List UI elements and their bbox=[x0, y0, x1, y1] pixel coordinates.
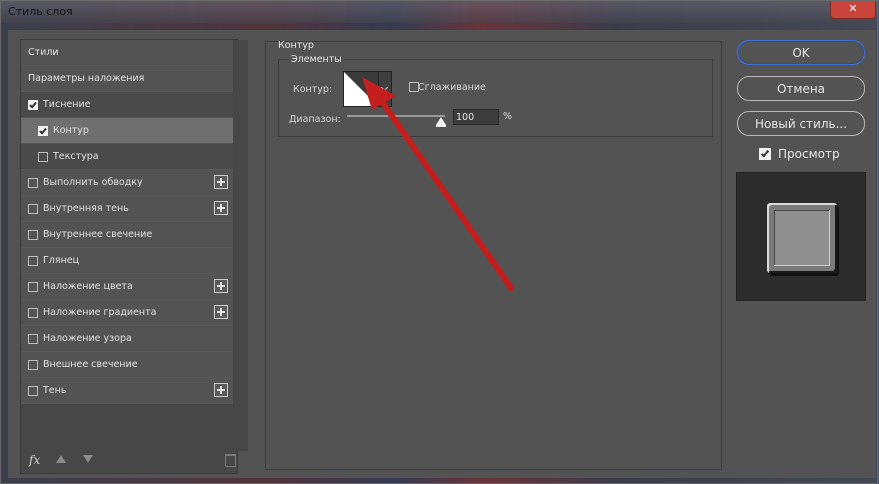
preview-inner-face bbox=[774, 210, 830, 266]
range-slider-thumb-base bbox=[436, 124, 446, 127]
style-item[interactable]: Глянец bbox=[21, 248, 233, 274]
style-item-checkbox[interactable] bbox=[28, 334, 38, 344]
style-item-checkbox[interactable] bbox=[38, 152, 48, 162]
style-item-label: Внутреннее свечение bbox=[43, 229, 153, 240]
style-item-checkbox[interactable] bbox=[28, 386, 38, 396]
style-item-label: Тиснение bbox=[43, 99, 91, 110]
style-item[interactable]: Наложение градиента bbox=[21, 300, 233, 326]
style-item[interactable]: Тиснение bbox=[21, 92, 233, 118]
preview-label: Просмотр bbox=[778, 147, 840, 161]
style-item-checkbox[interactable] bbox=[28, 308, 38, 318]
styles-list-footer: fx bbox=[29, 452, 239, 470]
style-item-label: Текстура bbox=[53, 151, 99, 162]
contour-curve-icon bbox=[344, 72, 378, 106]
style-item-label: Тень bbox=[43, 385, 67, 396]
elements-subgroup: Элементы Контур: Сглаживание Диапазон: % bbox=[278, 54, 713, 137]
styles-list-scrollbar[interactable] bbox=[234, 40, 248, 451]
title-bar[interactable]: Стиль слоя ✕ bbox=[1, 1, 877, 23]
style-item-checkbox[interactable] bbox=[28, 100, 38, 110]
smoothing-checkbox[interactable]: Сглаживание bbox=[402, 81, 486, 93]
move-up-icon[interactable] bbox=[56, 455, 66, 463]
range-unit: % bbox=[503, 111, 513, 122]
group-title: Контур bbox=[278, 40, 314, 51]
move-down-icon[interactable] bbox=[83, 455, 93, 463]
range-label: Диапазон: bbox=[289, 114, 341, 125]
preview-bevel-square bbox=[767, 203, 837, 273]
add-style-plus-icon[interactable] bbox=[214, 175, 228, 189]
new-style-button[interactable]: Новый стиль... bbox=[737, 111, 865, 136]
range-slider-track[interactable] bbox=[347, 115, 445, 117]
add-style-plus-icon[interactable] bbox=[214, 305, 228, 319]
preview-checkbox-box[interactable] bbox=[759, 148, 771, 160]
style-item-label: Наложение градиента bbox=[43, 307, 157, 318]
contour-label: Контур: bbox=[293, 84, 333, 95]
contour-settings-group: Контур Элементы Контур: Сглаживание Диап… bbox=[265, 40, 722, 470]
range-value-input[interactable] bbox=[453, 109, 499, 125]
close-icon: ✕ bbox=[848, 2, 858, 15]
add-style-plus-icon[interactable] bbox=[214, 279, 228, 293]
style-item[interactable]: Контур bbox=[21, 118, 233, 144]
style-item-checkbox[interactable] bbox=[38, 126, 48, 136]
ok-button[interactable]: OK bbox=[737, 40, 865, 65]
style-item-label: Параметры наложения bbox=[28, 73, 145, 84]
style-item-checkbox[interactable] bbox=[28, 178, 38, 188]
dialog-body: Стили Параметры наложения Тиснение Контур Те… bbox=[8, 30, 876, 478]
styles-list-panel: Стили Параметры наложения Тиснение Контур Те… bbox=[20, 39, 248, 474]
style-item-label: Внутренняя тень bbox=[43, 203, 129, 214]
style-item-label: Глянец bbox=[43, 255, 80, 266]
style-item-label: Наложение узора bbox=[43, 333, 132, 344]
subgroup-title: Элементы bbox=[289, 54, 344, 65]
style-item-checkbox[interactable] bbox=[28, 230, 38, 240]
style-item[interactable]: Наложение цвета bbox=[21, 274, 233, 300]
style-item[interactable]: Тень bbox=[21, 378, 233, 404]
add-style-plus-icon[interactable] bbox=[214, 383, 228, 397]
style-item-label: Контур bbox=[53, 125, 89, 136]
style-item-checkbox[interactable] bbox=[28, 204, 38, 214]
layer-style-dialog: Стиль слоя ✕ Стили Параметры наложения Тис… bbox=[0, 0, 878, 484]
style-item[interactable]: Внешнее свечение bbox=[21, 352, 233, 378]
style-item-checkbox[interactable] bbox=[28, 360, 38, 370]
window-title: Стиль слоя bbox=[8, 5, 73, 18]
close-button[interactable]: ✕ bbox=[830, 1, 876, 19]
style-item[interactable]: Стили bbox=[21, 40, 233, 66]
preview-checkbox[interactable]: Просмотр bbox=[759, 147, 840, 161]
cancel-button[interactable]: Отмена bbox=[737, 76, 865, 101]
smoothing-label: Сглаживание bbox=[418, 82, 486, 93]
trash-icon[interactable] bbox=[225, 454, 236, 467]
style-item[interactable]: Параметры наложения bbox=[21, 66, 233, 92]
style-item-checkbox[interactable] bbox=[28, 256, 38, 266]
contour-preview-swatch[interactable] bbox=[343, 71, 379, 107]
style-item[interactable]: Выполнить обводку bbox=[21, 170, 233, 196]
styles-list: Стили Параметры наложения Тиснение Контур Те… bbox=[21, 40, 233, 404]
style-item[interactable]: Внутреннее свечение bbox=[21, 222, 233, 248]
style-item[interactable]: Текстура bbox=[21, 144, 233, 170]
style-preview-thumbnail bbox=[736, 172, 866, 301]
style-item-label: Стили bbox=[28, 47, 59, 58]
style-item-label: Наложение цвета bbox=[43, 281, 133, 292]
smoothing-checkbox-box[interactable] bbox=[409, 81, 419, 92]
style-item[interactable]: Наложение узора bbox=[21, 326, 233, 352]
contour-dropdown-button[interactable] bbox=[378, 71, 392, 107]
style-item[interactable]: Внутренняя тень bbox=[21, 196, 233, 222]
fx-icon[interactable]: fx bbox=[29, 453, 40, 467]
add-style-plus-icon[interactable] bbox=[214, 201, 228, 215]
style-item-label: Выполнить обводку bbox=[43, 177, 143, 188]
style-item-label: Внешнее свечение bbox=[43, 359, 138, 370]
style-item-checkbox[interactable] bbox=[28, 282, 38, 292]
